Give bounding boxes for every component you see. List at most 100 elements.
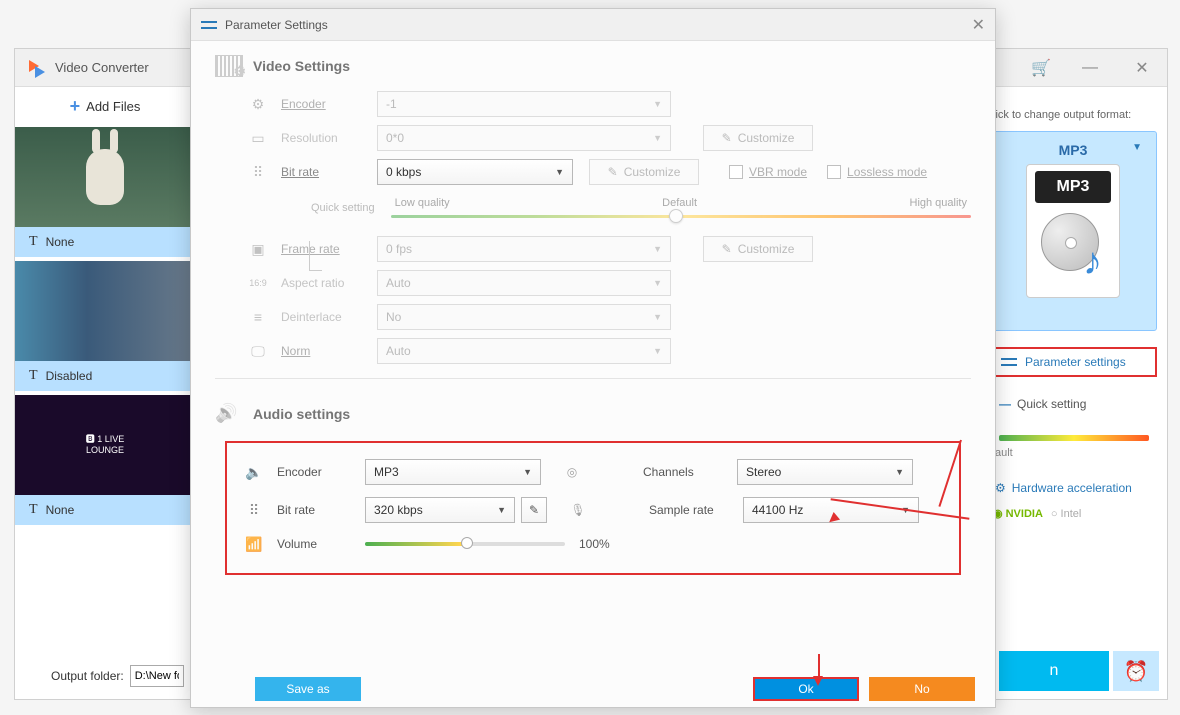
sliders-icon [201,19,217,31]
channels-icon: ◎ [561,465,583,479]
resolution-select: 0*0 [377,125,671,151]
deinterlace-select: No [377,304,671,330]
dialog-titlebar: Parameter Settings ✕ [191,9,995,41]
framerate-row: ▣ Frame rate 0 fps Customize [191,232,995,266]
cd-icon [1041,213,1105,277]
hardware-acceleration-link[interactable]: Hardware acceleration [989,477,1157,499]
quality-mini-bar[interactable] [999,435,1149,441]
film-icon [215,55,243,77]
mp3-preview: MP3 [1026,164,1120,298]
thumb-status[interactable]: TDisabled [15,361,195,391]
quality-slider[interactable] [391,215,971,218]
aspect-select: Auto [377,270,671,296]
output-format-box[interactable]: MP3 ▼ MP3 [989,131,1157,331]
resolution-label: Resolution [281,131,377,145]
chevron-down-icon[interactable]: ▼ [1132,142,1142,153]
channels-select[interactable]: Stereo [737,459,913,485]
video-bitrate-select[interactable]: 0 kbps [377,159,573,185]
video-settings-header: Video Settings [191,41,995,87]
bitrate-edit-button[interactable]: ✎ [521,497,547,523]
resolution-icon: ▭ [247,129,269,147]
close-main-button[interactable]: ✕ [1129,55,1155,81]
video-bitrate-row: ⠿ Bit rate 0 kbps Customize VBR mode Los… [191,155,995,189]
save-as-button[interactable]: Save as [255,677,361,701]
bitrate-icon: ⠿ [247,163,269,181]
deinterlace-label: Deinterlace [281,310,377,324]
slider-handle[interactable] [669,209,683,223]
cart-icon[interactable]: 🛒 [1031,58,1051,78]
resolution-customize-button: Customize [703,125,813,151]
format-hint: lick to change output format: [993,109,1157,121]
speaker-icon [215,403,243,425]
audio-encoder-select[interactable]: MP3 [365,459,541,485]
low-quality-label: Low quality [395,197,450,209]
right-panel: lick to change output format: MP3 ▼ MP3 … [989,109,1157,520]
norm-icon: 🖵 [247,342,269,360]
left-sidebar: + Add Files TNone TDisabled 🅱 1 LIVELOUN… [15,89,195,525]
parameter-settings-dialog: Parameter Settings ✕ Video Settings ⚙ En… [190,8,996,708]
close-button[interactable]: ✕ [972,15,985,35]
channels-label: Channels [643,465,737,479]
output-folder-input[interactable] [130,665,184,687]
volume-slider[interactable] [365,542,565,546]
text-icon: T [29,234,38,250]
vbr-label: VBR mode [749,165,807,179]
resolution-row: ▭ Resolution 0*0 Customize [191,121,995,155]
text-icon: T [29,368,38,384]
norm-label: Norm [281,344,377,358]
audio-bitrate-label: Bit rate [277,503,365,517]
slider-handle[interactable] [461,537,473,549]
audio-icon: 🔈 [243,463,265,481]
deinterlace-icon: ≡ [247,308,269,326]
bitrate-customize-button: Customize [589,159,699,185]
high-quality-label: High quality [910,197,967,209]
audio-encoder-label: Encoder [277,465,365,479]
thumb-status[interactable]: TNone [15,227,195,257]
nvidia-label: ◉ NVIDIA [993,507,1043,520]
volume-value: 100% [579,537,610,551]
sliders-icon [1001,356,1017,368]
no-button[interactable]: No [869,677,975,701]
aspect-label: Aspect ratio [281,276,377,290]
video-thumbnail[interactable]: 🅱 1 LIVELOUNGE [15,395,195,495]
video-thumbnail[interactable] [15,261,195,361]
output-folder-row: Output folder: [51,665,184,687]
minimize-button[interactable]: — [1077,55,1103,81]
lossless-checkbox [827,165,841,179]
audio-bitrate-select[interactable]: 320 kbps [365,497,515,523]
lossless-label: Lossless mode [847,165,927,179]
arrowhead-icon [813,676,823,686]
add-files-button[interactable]: + Add Files [15,89,195,123]
output-folder-label: Output folder: [51,669,124,683]
audio-bitrate-row: ⠿ Bit rate 320 kbps ✎ 🎙 Sample rate 4410… [227,491,959,529]
framerate-customize-button: Customize [703,236,813,262]
default-quality-label: Default [662,197,697,209]
convert-button[interactable]: n [999,651,1109,691]
video-thumbnail[interactable] [15,127,195,227]
plus-icon: + [70,96,81,117]
format-title: MP3 [1059,142,1088,158]
mp3-badge: MP3 [1035,171,1111,203]
framerate-icon: ▣ [247,240,269,258]
gear-icon: ⚙ [247,95,269,113]
clock-icon: ⏰ [1124,659,1149,684]
norm-row: 🖵 Norm Auto [191,334,995,368]
quick-setting-row: Quick setting Low quality Default High q… [191,189,995,232]
dialog-buttons: Save as Ok No [191,677,995,701]
audio-settings-header: Audio settings [191,389,995,435]
quick-setting-link[interactable]: Quick setting [989,393,1157,415]
volume-label: Volume [277,537,365,551]
thumb-status[interactable]: TNone [15,495,195,525]
intel-label: ○ Intel [1051,508,1081,520]
add-files-label: Add Files [86,99,140,114]
parameter-settings-link[interactable]: Parameter settings [989,347,1157,377]
app-title: Video Converter [55,60,149,75]
samplerate-label: Sample rate [649,503,743,517]
bitrate-icon: ⠿ [243,501,265,519]
deinterlace-row: ≡ Deinterlace No [191,300,995,334]
mic-icon: 🎙 [567,503,589,517]
ok-button[interactable]: Ok [753,677,859,701]
video-encoder-select: -1 [377,91,671,117]
norm-select: Auto [377,338,671,364]
schedule-button[interactable]: ⏰ [1113,651,1159,691]
